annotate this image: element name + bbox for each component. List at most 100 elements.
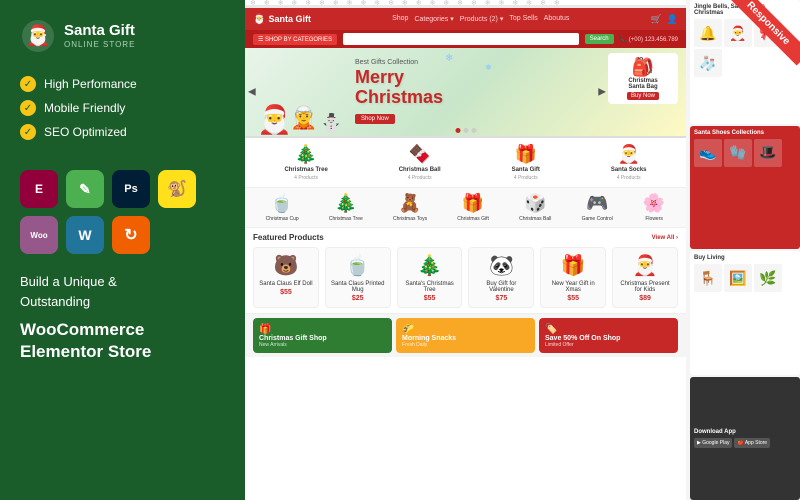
product-image: 🐻	[273, 253, 298, 278]
product-name: Santa Claus Elf Doll	[259, 281, 312, 287]
hero-content: Best Gifts Collection Merry Christmas Sh…	[340, 49, 458, 136]
category-item[interactable]: 🎁 Santa Gift 4 Products	[512, 144, 540, 181]
carousel-dots	[455, 128, 476, 133]
promo-title: Christmas Gift Shop	[259, 335, 386, 342]
nav-link-shop[interactable]: Shop	[392, 15, 408, 23]
nav-link-top[interactable]: Top Sells	[509, 15, 537, 23]
product-image: 🎁	[561, 253, 586, 278]
product-price: $75	[496, 295, 508, 302]
site-nav: 🎅 Santa Gift Shop Categories ▾ Products …	[245, 8, 686, 30]
product-card[interactable]: 🎅 Christmas Present for Kids $89	[612, 247, 678, 308]
logo-subtitle: Online Store	[64, 40, 135, 49]
search-button[interactable]: Search	[585, 34, 614, 44]
product-card[interactable]: 🐻 Santa Claus Elf Doll $55	[253, 247, 319, 308]
hero-shop-button[interactable]: Shop Now	[355, 114, 395, 124]
side-product[interactable]: 🧦	[694, 49, 722, 77]
dot[interactable]	[471, 128, 476, 133]
product-icon-item[interactable]: 🎮 Game Control	[582, 193, 613, 222]
cta-bold: WooCommerce Elementor Store	[20, 319, 225, 363]
product-icon-item[interactable]: 🎄 Christmas Tree	[329, 193, 363, 222]
features-list: ✓ High Perfomance ✓ Mobile Friendly ✓ SE…	[20, 76, 225, 148]
nav-link-categories[interactable]: Categories ▾	[414, 15, 453, 23]
product-icon-label: Christmas Ball	[519, 216, 551, 222]
check-icon: ✓	[20, 124, 36, 140]
edit-icon: ✎	[66, 170, 104, 208]
app-store-buttons: ▶ Google Play 🍎 App Store	[694, 438, 796, 448]
feature-label: High Perfomance	[44, 77, 137, 91]
check-icon: ✓	[20, 100, 36, 116]
product-icon: 🎲	[524, 193, 546, 214]
product-price: $55	[424, 295, 436, 302]
side-product[interactable]: 🖼️	[724, 264, 752, 292]
feature-label: Mobile Friendly	[44, 101, 125, 115]
product-card[interactable]: 🍵 Santa Claus Printed Mug $25	[325, 247, 391, 308]
buy-now-button[interactable]: Buy Now	[627, 92, 659, 100]
product-name: Christmas Present for Kids	[618, 281, 672, 293]
category-item[interactable]: 🎄 Christmas Tree 4 Products	[284, 144, 327, 181]
product-icon-item[interactable]: 🍵 Christmas Cup	[266, 193, 299, 222]
product-image: 🎒	[612, 57, 674, 78]
site-logo: 🎅 Santa Gift	[253, 14, 311, 25]
category-name: Christmas Tree	[284, 167, 327, 173]
side-product[interactable]: 🧤	[724, 139, 752, 167]
promo-card-snacks[interactable]: 🌮 Morning Snacks Fresh Daily	[396, 318, 535, 353]
check-icon: ✓	[20, 76, 36, 92]
cart-icon[interactable]: 🛒	[651, 14, 662, 25]
product-icon-label: Christmas Tree	[329, 216, 363, 222]
snowflake-icon: ❅	[485, 63, 492, 72]
category-icon: 🎁	[515, 144, 537, 165]
side-card-shoes: Santa Shoes Collections 👟 🧤 🎩	[690, 126, 800, 250]
product-card[interactable]: 🎄 Santa's Christmas Tree $55	[397, 247, 463, 308]
logo-text: Santa Gift Online Store	[64, 23, 135, 49]
promo-title: Morning Snacks	[402, 335, 529, 342]
search-input[interactable]	[343, 33, 579, 45]
promo-card-sale[interactable]: 🏷️ Save 50% Off On Shop Limited Offer	[539, 318, 678, 353]
product-icon-item[interactable]: 🧸 Christmas Toys	[393, 193, 427, 222]
product-icon-item[interactable]: 🎁 Christmas Gift	[457, 193, 489, 222]
product-price: $55	[280, 289, 292, 296]
category-item[interactable]: 🎅 Santa Socks 4 Products	[611, 144, 647, 181]
product-icon: 🧸	[399, 193, 421, 214]
product-icon-item[interactable]: 🎲 Christmas Ball	[519, 193, 551, 222]
product-icon-item[interactable]: 🌸 Flowers	[643, 193, 665, 222]
feature-item: ✓ Mobile Friendly	[20, 100, 225, 116]
view-all-button[interactable]: View All ›	[652, 235, 678, 241]
responsive-badge: Responsive	[726, 0, 800, 66]
mailchimp-icon: 🐒	[158, 170, 196, 208]
hero-product-card: 🎒 ChristmasSanta Bag Buy Now	[608, 53, 678, 104]
product-icon: 🌸	[643, 193, 665, 214]
user-icon[interactable]: 👤	[667, 14, 678, 25]
product-name: ChristmasSanta Bag	[612, 78, 674, 90]
categories-button[interactable]: ☰ SHOP BY CATEGORIES	[253, 34, 337, 45]
snow-decoration: ❄ ❄ ❄ ❄ ❄ ❄ ❄ ❄ ❄ ❄ ❄ ❄ ❄ ❄ ❄ ❄ ❄ ❄ ❄ ❄ …	[245, 0, 686, 8]
category-icon: 🎅	[617, 144, 639, 165]
nav-link-products[interactable]: Products (2) ▾	[460, 15, 504, 23]
plugin-icons-row: E ✎ Ps 🐒 Woo W ↻	[20, 170, 225, 254]
promo-card-gifts[interactable]: 🎁 Christmas Gift Shop New Arrivals	[253, 318, 392, 353]
side-product[interactable]: 🌿	[754, 264, 782, 292]
product-card[interactable]: 🎁 New Year Gift in Xmas $55	[540, 247, 606, 308]
side-product[interactable]: 👟	[694, 139, 722, 167]
logo-title: Santa Gift	[64, 23, 135, 40]
woocommerce-icon: Woo	[20, 216, 58, 254]
side-card-living: Buy Living 🪑 🖼️ 🌿	[690, 251, 800, 375]
product-icon: 🎁	[462, 193, 484, 214]
prev-arrow[interactable]: ◀	[248, 87, 256, 98]
next-arrow[interactable]: ▶	[598, 87, 606, 98]
google-play-button[interactable]: ▶ Google Play	[694, 438, 732, 448]
product-icon-label: Christmas Gift	[457, 216, 489, 222]
elf-decoration: 🧝	[290, 105, 317, 131]
side-product[interactable]: 🎩	[754, 139, 782, 167]
product-name: Santa Claus Printed Mug	[331, 281, 385, 293]
side-product[interactable]: 🪑	[694, 264, 722, 292]
product-price: $55	[567, 295, 579, 302]
app-store-button[interactable]: 🍎 App Store	[734, 438, 770, 448]
product-card[interactable]: 🐼 Buy Gift for Valentine $75	[468, 247, 534, 308]
dot[interactable]	[463, 128, 468, 133]
product-icon: 🍵	[271, 193, 293, 214]
category-item[interactable]: 🍫 Christmas Ball 4 Products	[399, 144, 441, 181]
responsive-badge-container: Responsive	[720, 0, 800, 80]
product-image: 🐼	[489, 253, 514, 278]
side-product[interactable]: 🔔	[694, 19, 722, 47]
nav-link-about[interactable]: Aboutus	[544, 15, 570, 23]
